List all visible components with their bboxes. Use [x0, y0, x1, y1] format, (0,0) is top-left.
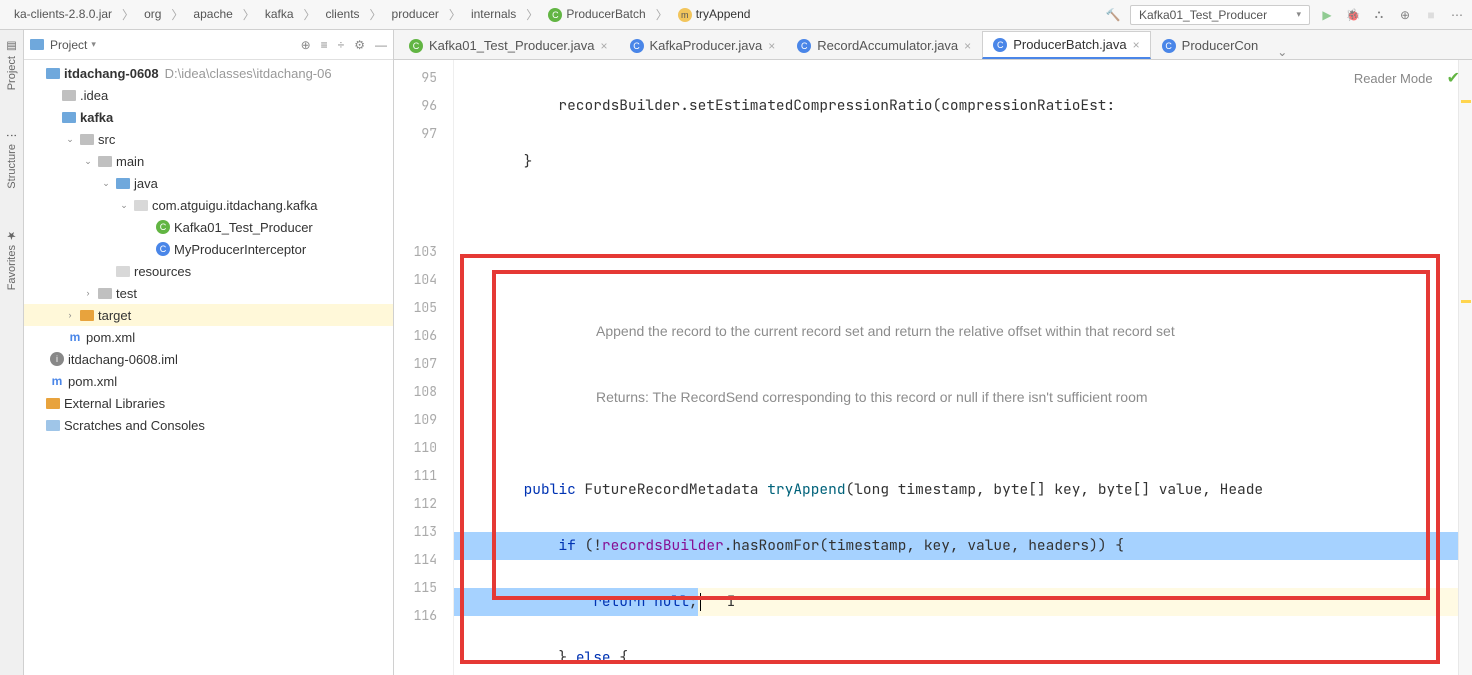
tree-resources[interactable]: resources — [24, 260, 393, 282]
tree-java[interactable]: ⌄java — [24, 172, 393, 194]
tree-root[interactable]: itdachang-0608D:\idea\classes\itdachang-… — [24, 62, 393, 84]
tab-recordaccumulator[interactable]: CRecordAccumulator.java× — [786, 31, 982, 59]
tab-kafkaproducer[interactable]: CKafkaProducer.java× — [619, 31, 787, 59]
tab-producercon[interactable]: CProducerCon — [1151, 31, 1270, 59]
profiler-icon[interactable]: ⊕ — [1396, 6, 1414, 24]
tree-idea[interactable]: .idea — [24, 84, 393, 106]
favorites-tool-button[interactable]: Favorites ★ — [5, 229, 18, 290]
code-editor[interactable]: 95 96 97 103 104 105 106 107 108 109 110… — [394, 60, 1472, 675]
project-panel-header: Project ▾ ⊕ ≡ ÷ ⚙ — — [24, 30, 393, 60]
crumb-clients[interactable]: clients — [318, 5, 368, 23]
code-content[interactable]: recordsBuilder.setEstimatedCompressionRa… — [454, 60, 1472, 675]
collapse-icon[interactable]: ÷ — [338, 38, 345, 52]
crumb-kafka[interactable]: kafka — [257, 5, 302, 23]
editor-area: CKafka01_Test_Producer.java× CKafkaProdu… — [394, 30, 1472, 675]
top-navigation: ka-clients-2.8.0.jar〉 org〉 apache〉 kafka… — [0, 0, 1472, 30]
close-icon[interactable]: × — [1133, 38, 1140, 52]
tree-pom2[interactable]: mpom.xml — [24, 370, 393, 392]
locate-icon[interactable]: ⊕ — [301, 38, 311, 52]
crumb-org[interactable]: org — [136, 5, 169, 23]
crumb-class[interactable]: CProducerBatch — [540, 5, 653, 24]
javadoc-block: Append the record to the current record … — [494, 270, 1472, 440]
crumb-internals[interactable]: internals — [463, 5, 524, 23]
editor-tabs: CKafka01_Test_Producer.java× CKafkaProdu… — [394, 30, 1472, 60]
tree-ext-lib[interactable]: External Libraries — [24, 392, 393, 414]
more-icon[interactable]: ⋯ — [1448, 6, 1466, 24]
tree-kafka[interactable]: kafka — [24, 106, 393, 128]
line-gutter: 95 96 97 103 104 105 106 107 108 109 110… — [394, 60, 454, 675]
close-icon[interactable]: × — [964, 39, 971, 53]
close-icon[interactable]: × — [768, 39, 775, 53]
tool-window-stripe-left: Project ▤ Structure ⋮ Favorites ★ — [0, 30, 24, 675]
settings-icon[interactable]: ⚙ — [354, 38, 365, 52]
project-tree[interactable]: itdachang-0608D:\idea\classes\itdachang-… — [24, 60, 393, 675]
tree-pom1[interactable]: mpom.xml — [24, 326, 393, 348]
reader-mode-toggle[interactable]: Reader Mode✔ — [1354, 68, 1460, 88]
tree-target[interactable]: ›target — [24, 304, 393, 326]
crumb-method[interactable]: mtryAppend — [670, 5, 759, 24]
tree-scratch[interactable]: Scratches and Consoles — [24, 414, 393, 436]
hide-icon[interactable]: — — [375, 38, 387, 52]
tree-iml[interactable]: iitdachang-0608.iml — [24, 348, 393, 370]
project-tool-button[interactable]: Project ▤ — [5, 40, 18, 90]
structure-tool-button[interactable]: Structure ⋮ — [5, 130, 18, 189]
check-icon: ✔ — [1447, 68, 1460, 88]
more-tabs-dropdown[interactable]: ⌄ — [1269, 45, 1295, 59]
expand-icon[interactable]: ≡ — [321, 38, 328, 52]
tab-kafka01[interactable]: CKafka01_Test_Producer.java× — [398, 31, 619, 59]
tree-src[interactable]: ⌄src — [24, 128, 393, 150]
tree-file2[interactable]: CMyProducerInterceptor — [24, 238, 393, 260]
tree-file1[interactable]: CKafka01_Test_Producer — [24, 216, 393, 238]
crumb-producer[interactable]: producer — [384, 5, 447, 23]
run-icon[interactable]: ▶ — [1318, 6, 1336, 24]
run-toolbar: 🔨 Kafka01_Test_Producer ▾ ▶ 🐞 ⛬ ⊕ ■ ⋯ — [1104, 5, 1466, 25]
hammer-icon[interactable]: 🔨 — [1104, 6, 1122, 24]
error-stripe[interactable] — [1458, 60, 1472, 675]
run-config-dropdown[interactable]: Kafka01_Test_Producer ▾ — [1130, 5, 1310, 25]
crumb-apache[interactable]: apache — [185, 5, 240, 23]
project-panel-title[interactable]: Project ▾ — [30, 38, 96, 52]
breadcrumb: ka-clients-2.8.0.jar〉 org〉 apache〉 kafka… — [6, 5, 1094, 24]
project-panel: Project ▾ ⊕ ≡ ÷ ⚙ — itdachang-0608D:\ide… — [24, 30, 394, 675]
close-icon[interactable]: × — [601, 39, 608, 53]
debug-icon[interactable]: 🐞 — [1344, 6, 1362, 24]
text-cursor — [700, 593, 701, 611]
tree-test[interactable]: ›test — [24, 282, 393, 304]
tree-main[interactable]: ⌄main — [24, 150, 393, 172]
tab-producerbatch[interactable]: CProducerBatch.java× — [982, 31, 1150, 59]
stop-icon[interactable]: ■ — [1422, 6, 1440, 24]
coverage-icon[interactable]: ⛬ — [1370, 6, 1388, 24]
crumb-jar[interactable]: ka-clients-2.8.0.jar — [6, 5, 120, 23]
tree-pkg[interactable]: ⌄com.atguigu.itdachang.kafka — [24, 194, 393, 216]
